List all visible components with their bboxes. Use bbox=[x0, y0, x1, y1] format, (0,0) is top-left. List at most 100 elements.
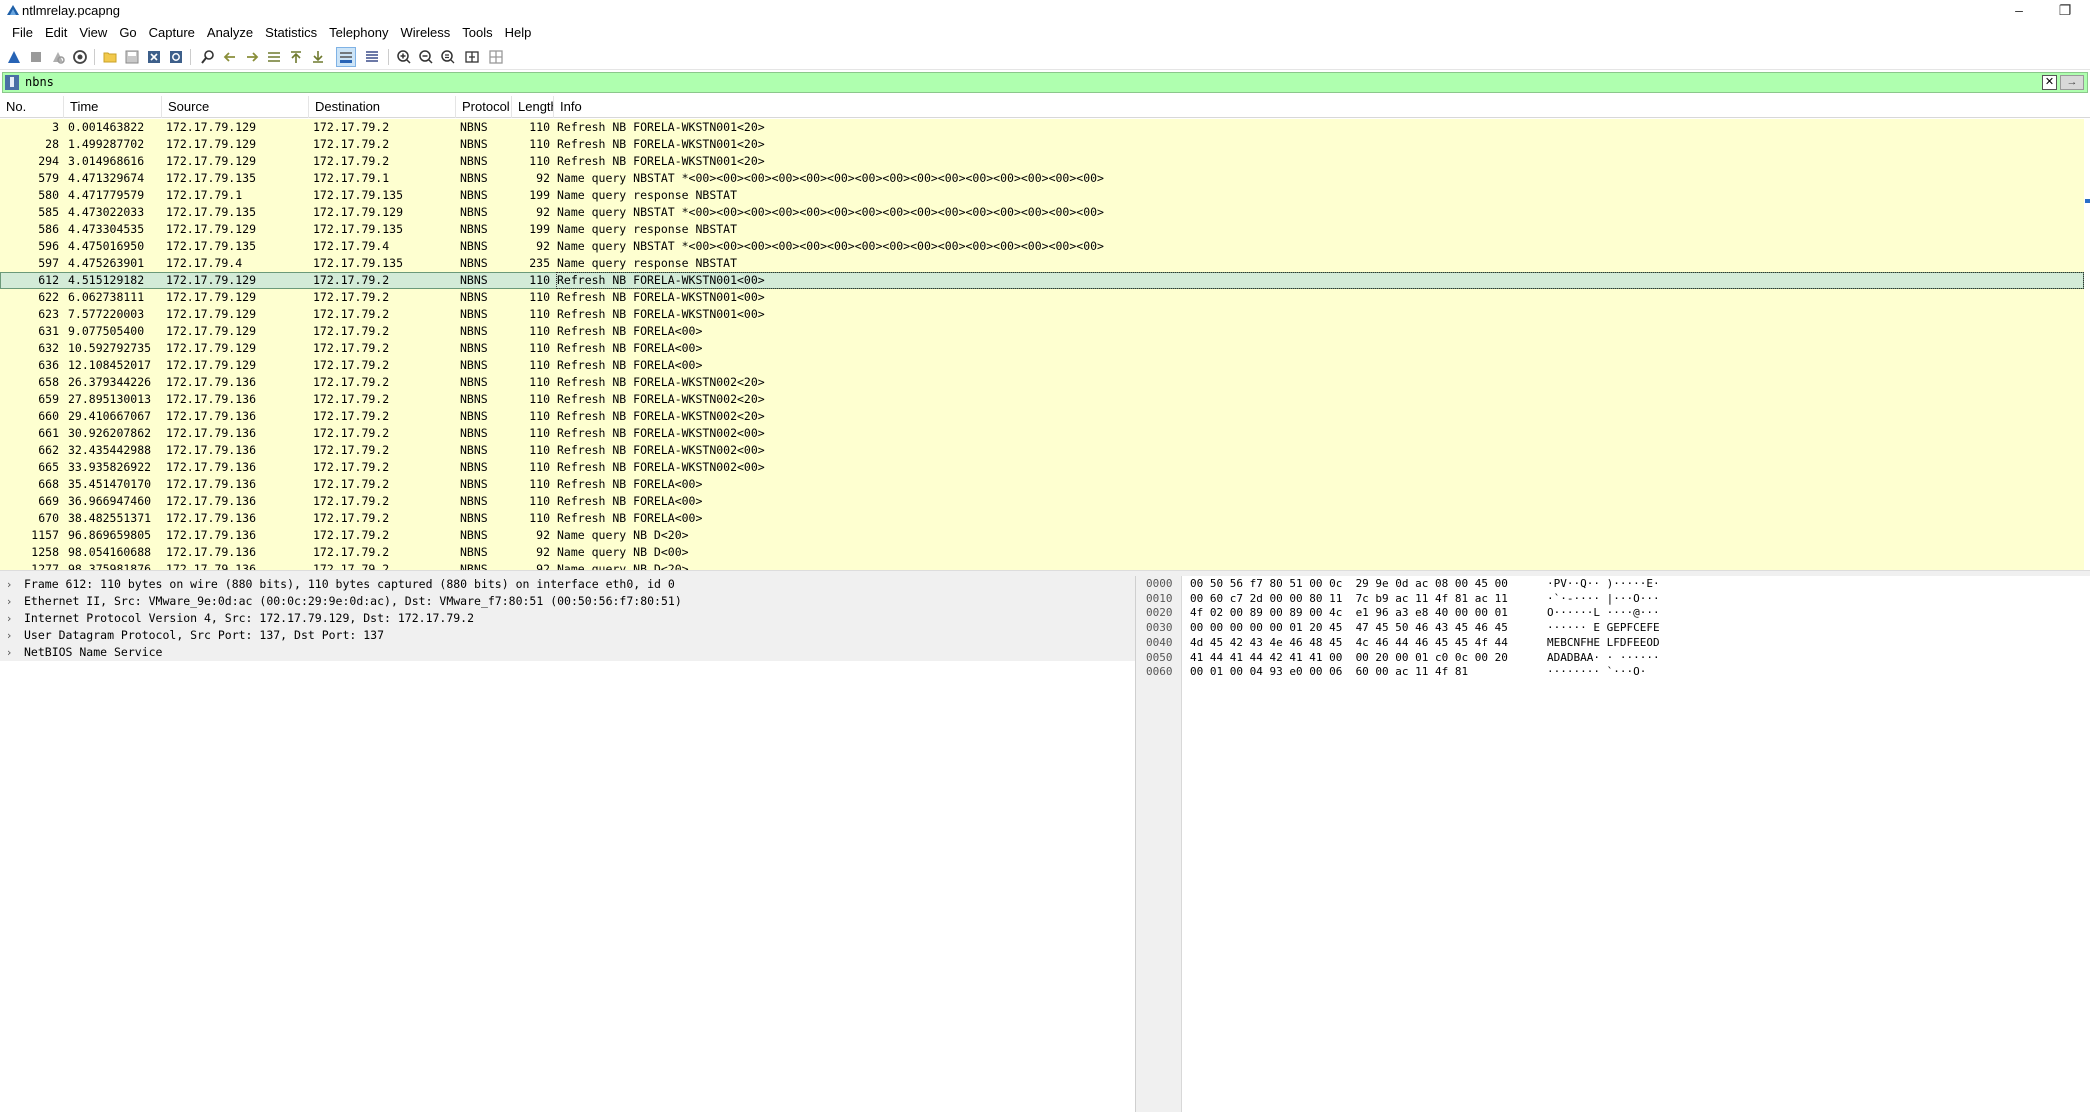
zoom-in-icon[interactable] bbox=[394, 47, 414, 67]
packet-row[interactable]: 579 4.471329674 172.17.79.135 172.17.79.1 NB… bbox=[0, 170, 2084, 187]
packet-row[interactable]: 1157 96.869659805 172.17.79.136 172.17.79.2… bbox=[0, 527, 2084, 544]
column-header-source[interactable]: Source bbox=[162, 96, 309, 118]
column-header-no[interactable]: No. bbox=[0, 96, 64, 118]
packet-row[interactable]: 661 30.926207862 172.17.79.136 172.17.79.2 N… bbox=[0, 425, 2084, 442]
packet-row[interactable]: 662 32.435442988 172.17.79.136 172.17.79.2 N… bbox=[0, 442, 2084, 459]
bytes-ascii[interactable]: ······ E GEPFCEFE bbox=[1547, 621, 1660, 636]
column-header-info[interactable]: Info bbox=[554, 96, 2084, 118]
packet-row-selected[interactable]: 612 4.515129182 172.17.79.129 172.17.79.2 NB… bbox=[0, 272, 2084, 289]
menu-analyze[interactable]: Analyze bbox=[201, 22, 259, 44]
menu-statistics[interactable]: Statistics bbox=[259, 22, 323, 44]
close-file-icon[interactable] bbox=[144, 47, 164, 67]
bytes-hex[interactable]: 41 44 41 44 42 41 41 00 00 20 00 01 c0 0… bbox=[1190, 651, 1508, 666]
packet-row[interactable]: 597 4.475263901 172.17.79.4 172.17.79.135 NB… bbox=[0, 255, 2084, 272]
bookmark-icon[interactable] bbox=[5, 75, 19, 90]
expand-arrow-icon[interactable]: › bbox=[7, 644, 11, 661]
packet-row[interactable]: 665 33.935826922 172.17.79.136 172.17.79.2 N… bbox=[0, 459, 2084, 476]
packet-row[interactable]: 659 27.895130013 172.17.79.136 172.17.79.2 N… bbox=[0, 391, 2084, 408]
packet-row[interactable]: 586 4.473304535 172.17.79.129 172.17.79.135… bbox=[0, 221, 2084, 238]
packet-row[interactable]: 3 0.001463822 172.17.79.129 172.17.79.2 NBNS… bbox=[0, 119, 2084, 136]
minimize-button[interactable]: – bbox=[1996, 0, 2042, 22]
go-first-packet-icon[interactable] bbox=[286, 47, 306, 67]
column-header-destination[interactable]: Destination bbox=[309, 96, 456, 118]
find-packet-icon[interactable] bbox=[198, 47, 218, 67]
go-back-icon[interactable] bbox=[220, 47, 240, 67]
menu-go[interactable]: Go bbox=[113, 22, 142, 44]
bytes-ascii[interactable]: ·`·-···· |···O··· bbox=[1547, 592, 1660, 607]
menu-capture[interactable]: Capture bbox=[143, 22, 201, 44]
packet-row[interactable]: 631 9.077505400 172.17.79.129 172.17.79.2 NB… bbox=[0, 323, 2084, 340]
menu-wireless[interactable]: Wireless bbox=[394, 22, 456, 44]
menu-help[interactable]: Help bbox=[499, 22, 538, 44]
menu-view[interactable]: View bbox=[73, 22, 113, 44]
packet-row[interactable]: 669 36.966947460 172.17.79.136 172.17.79.2 N… bbox=[0, 493, 2084, 510]
bytes-hex[interactable]: 00 01 00 04 93 e0 00 06 60 00 ac 11 4f 8… bbox=[1190, 665, 1468, 680]
expand-arrow-icon[interactable]: › bbox=[7, 576, 11, 593]
apply-filter-button[interactable]: → bbox=[2060, 75, 2084, 90]
zoom-out-icon[interactable] bbox=[416, 47, 436, 67]
detail-tree-item[interactable]: › Frame 612: 110 bytes on wire (880 bits)… bbox=[0, 576, 1135, 593]
column-header-protocol[interactable]: Protocol bbox=[456, 96, 512, 118]
detail-tree-item[interactable]: › User Datagram Protocol, Src Port: 137, … bbox=[0, 627, 1135, 644]
bytes-offset[interactable]: 0040 bbox=[1146, 636, 1173, 651]
menu-file[interactable]: File bbox=[6, 22, 39, 44]
go-to-packet-icon[interactable] bbox=[264, 47, 284, 67]
bytes-ascii[interactable]: ADADBAA· · ······ bbox=[1547, 651, 1660, 666]
expand-arrow-icon[interactable]: › bbox=[7, 610, 11, 627]
bytes-hex[interactable]: 4d 45 42 43 4e 46 48 45 4c 46 44 46 45 4… bbox=[1190, 636, 1508, 651]
bytes-hex[interactable]: 4f 02 00 89 00 89 00 4c e1 96 a3 e8 40 0… bbox=[1190, 606, 1508, 621]
bytes-offset[interactable]: 0020 bbox=[1146, 606, 1173, 621]
restart-capture-icon[interactable] bbox=[48, 47, 68, 67]
stop-capture-icon[interactable] bbox=[26, 47, 46, 67]
packet-row[interactable]: 668 35.451470170 172.17.79.136 172.17.79.2 N… bbox=[0, 476, 2084, 493]
autoscroll-icon[interactable] bbox=[336, 47, 356, 67]
packet-row[interactable]: 622 6.062738111 172.17.79.129 172.17.79.2 NB… bbox=[0, 289, 2084, 306]
bytes-hex[interactable]: 00 00 00 00 00 01 20 45 47 45 50 46 43 4… bbox=[1190, 621, 1508, 636]
packet-row[interactable]: 294 3.014968616 172.17.79.129 172.17.79.2 NB… bbox=[0, 153, 2084, 170]
save-file-icon[interactable] bbox=[122, 47, 142, 67]
start-capture-icon[interactable] bbox=[4, 47, 24, 67]
expand-arrow-icon[interactable]: › bbox=[7, 627, 11, 644]
restore-button[interactable]: ❐ bbox=[2042, 0, 2088, 22]
menu-tools[interactable]: Tools bbox=[456, 22, 498, 44]
bytes-offset[interactable]: 0030 bbox=[1146, 621, 1173, 636]
packet-row[interactable]: 660 29.410667067 172.17.79.136 172.17.79.2 N… bbox=[0, 408, 2084, 425]
expand-arrow-icon[interactable]: › bbox=[7, 593, 11, 610]
detail-tree-item[interactable]: › NetBIOS Name Service bbox=[0, 644, 1135, 661]
bytes-offset[interactable]: 0000 bbox=[1146, 577, 1173, 592]
normal-size-icon[interactable] bbox=[438, 47, 458, 67]
bytes-ascii[interactable]: MEBCNFHE LFDFEEOD bbox=[1547, 636, 1660, 651]
capture-options-icon[interactable] bbox=[70, 47, 90, 67]
column-header-length[interactable]: Length bbox=[512, 96, 554, 118]
packet-row[interactable]: 632 10.592792735 172.17.79.129 172.17.79.2 N… bbox=[0, 340, 2084, 357]
packet-row[interactable]: 1258 98.054160688 172.17.79.136 172.17.79.2… bbox=[0, 544, 2084, 561]
packet-row[interactable]: 658 26.379344226 172.17.79.136 172.17.79.2 N… bbox=[0, 374, 2084, 391]
bytes-hex[interactable]: 00 60 c7 2d 00 00 80 11 7c b9 ac 11 4f 8… bbox=[1190, 592, 1508, 607]
packet-row[interactable]: 623 7.577220003 172.17.79.129 172.17.79.2 NB… bbox=[0, 306, 2084, 323]
packet-list-scrollbar[interactable] bbox=[2084, 119, 2090, 570]
bytes-ascii[interactable]: O······L ····@··· bbox=[1547, 606, 1660, 621]
go-forward-icon[interactable] bbox=[242, 47, 262, 67]
packet-row[interactable]: 670 38.482551371 172.17.79.136 172.17.79.2 N… bbox=[0, 510, 2084, 527]
packet-row[interactable]: 1277 98.375981876 172.17.79.136 172.17.79.2… bbox=[0, 561, 2084, 570]
bytes-ascii[interactable]: ········ `···O· bbox=[1547, 665, 1646, 680]
packet-row[interactable]: 585 4.473022033 172.17.79.135 172.17.79.129… bbox=[0, 204, 2084, 221]
packet-row[interactable]: 580 4.471779579 172.17.79.1 172.17.79.135 NB… bbox=[0, 187, 2084, 204]
packet-row[interactable]: 28 1.499287702 172.17.79.129 172.17.79.2 NBN… bbox=[0, 136, 2084, 153]
packet-row[interactable]: 596 4.475016950 172.17.79.135 172.17.79.4 NB… bbox=[0, 238, 2084, 255]
bytes-ascii[interactable]: ·PV··Q·· )·····E· bbox=[1547, 577, 1660, 592]
bytes-offset[interactable]: 0010 bbox=[1146, 592, 1173, 607]
reload-file-icon[interactable] bbox=[166, 47, 186, 67]
bytes-offset[interactable]: 0050 bbox=[1146, 651, 1173, 666]
menu-telephony[interactable]: Telephony bbox=[323, 22, 394, 44]
packet-row[interactable]: 636 12.108452017 172.17.79.129 172.17.79.2 N… bbox=[0, 357, 2084, 374]
clear-filter-button[interactable]: ✕ bbox=[2042, 75, 2057, 90]
go-last-packet-icon[interactable] bbox=[308, 47, 328, 67]
bytes-hex[interactable]: 00 50 56 f7 80 51 00 0c 29 9e 0d ac 08 0… bbox=[1190, 577, 1508, 592]
menu-edit[interactable]: Edit bbox=[39, 22, 73, 44]
column-header-time[interactable]: Time bbox=[64, 96, 162, 118]
display-filter-input[interactable]: nbns bbox=[25, 75, 54, 89]
detail-tree-item[interactable]: › Ethernet II, Src: VMware_9e:0d:ac (00:0… bbox=[0, 593, 1135, 610]
bytes-offset[interactable]: 0060 bbox=[1146, 665, 1173, 680]
colorize-icon[interactable] bbox=[362, 47, 382, 67]
